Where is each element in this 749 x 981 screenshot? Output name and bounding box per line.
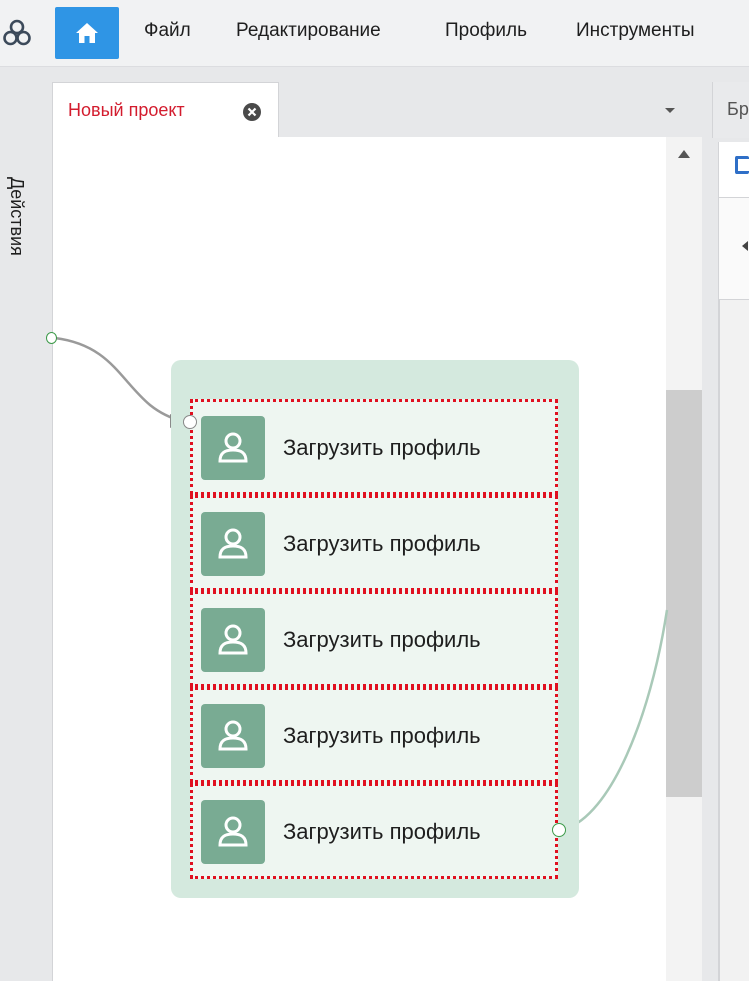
browser-viewport[interactable] [719, 300, 749, 981]
browser-icon[interactable] [735, 156, 749, 174]
action-label: Загрузить профиль [283, 435, 481, 460]
menu-item-tools[interactable]: Инструменты [576, 20, 694, 42]
vertical-scrollbar[interactable] [666, 137, 702, 981]
menu-item-profile[interactable]: Профиль [445, 20, 527, 42]
user-profile-icon [201, 512, 265, 576]
scroll-thumb[interactable] [666, 390, 702, 797]
actions-panel-toggle[interactable]: Действия [6, 177, 27, 256]
right-panel-content [718, 142, 749, 981]
tab-bar: Новый проект [52, 82, 704, 138]
user-profile-icon [201, 608, 265, 672]
menu-bar: Файл Редактирование Профиль Инструменты [0, 0, 749, 67]
menu-item-file[interactable]: Файл [144, 20, 191, 42]
tab-browser-label: Бр [727, 99, 749, 119]
back-arrow-icon[interactable] [741, 240, 749, 252]
action-load-profile[interactable]: Загрузить профиль [190, 687, 558, 783]
user-profile-icon [201, 416, 265, 480]
scroll-up-arrow-icon[interactable] [676, 147, 692, 161]
action-load-profile[interactable]: Загрузить профиль [190, 399, 558, 495]
right-panel: Бр [712, 82, 749, 981]
action-load-profile[interactable]: Загрузить профиль [190, 591, 558, 687]
action-label: Загрузить профиль [283, 723, 481, 748]
right-nav-bar [719, 198, 749, 300]
tab-title: Новый проект [68, 100, 185, 120]
user-profile-icon [201, 704, 265, 768]
user-profile-icon [201, 800, 265, 864]
action-label: Загрузить профиль [283, 819, 481, 844]
actions-side-panel: Действия [0, 67, 50, 981]
action-label: Загрузить профиль [283, 531, 481, 556]
menu-item-edit[interactable]: Редактирование [236, 20, 381, 42]
action-load-profile[interactable]: Загрузить профиль [190, 495, 558, 591]
home-button[interactable] [55, 7, 119, 59]
caret-down-icon[interactable] [660, 102, 680, 118]
tab-browser[interactable]: Бр [712, 82, 749, 138]
app-logo-icon[interactable] [2, 18, 32, 48]
action-load-profile[interactable]: Загрузить профиль [190, 783, 558, 879]
output-port[interactable] [552, 823, 566, 837]
input-port[interactable] [183, 415, 197, 429]
output-port[interactable] [46, 332, 57, 344]
home-icon [76, 23, 98, 43]
action-label: Загрузить профиль [283, 627, 481, 652]
close-circle-icon[interactable] [242, 102, 262, 122]
tab-new-project[interactable]: Новый проект [52, 82, 279, 138]
right-toolbar [719, 142, 749, 198]
